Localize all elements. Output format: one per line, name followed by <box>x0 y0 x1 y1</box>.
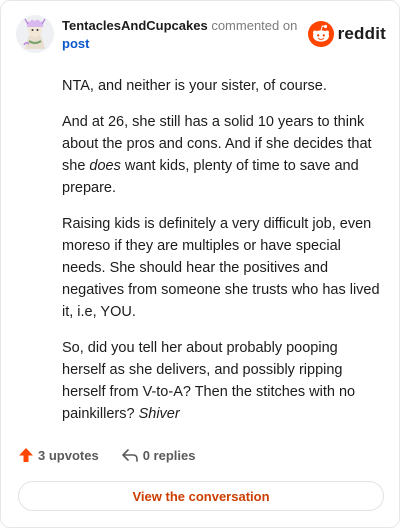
paragraph-4-text: So, did you tell her about probably poop… <box>62 340 356 422</box>
comment-paragraph-2: And at 26, she still has a solid 10 year… <box>62 111 380 199</box>
reply-arrow-icon <box>121 449 138 462</box>
embedded-comment-card: TentaclesAndCupcakes commented on post r… <box>0 0 400 528</box>
paragraph-3-text: Raising kids is definitely a very diffic… <box>62 216 380 320</box>
paragraph-2-emphasis: does <box>89 158 121 174</box>
upvote-button[interactable]: 3 upvotes <box>18 447 99 463</box>
paragraph-4-emphasis: Shiver <box>138 406 180 422</box>
comment-meta: TentaclesAndCupcakes commented on post <box>62 17 302 53</box>
replies-button[interactable]: 0 replies <box>121 447 196 463</box>
comment-body: NTA, and neither is your sister, of cour… <box>62 75 380 425</box>
view-conversation-button[interactable]: View the conversation <box>18 481 384 511</box>
reddit-brand[interactable]: reddit <box>307 19 386 49</box>
reply-count: 0 replies <box>142 447 196 463</box>
comment-paragraph-1: NTA, and neither is your sister, of cour… <box>62 75 380 97</box>
user-avatar[interactable] <box>16 15 54 53</box>
upvote-count: 3 upvotes <box>38 447 99 463</box>
avatar-illustration-icon <box>16 15 54 53</box>
post-link[interactable]: post <box>62 35 302 53</box>
paragraph-1-text: NTA, and neither is your sister, of cour… <box>62 78 327 94</box>
comment-paragraph-4: So, did you tell her about probably poop… <box>62 337 380 425</box>
comment-header: TentaclesAndCupcakes commented on post r… <box>16 15 386 55</box>
username[interactable]: TentaclesAndCupcakes <box>62 18 208 33</box>
upvote-arrow-icon <box>19 448 33 462</box>
comment-paragraph-3: Raising kids is definitely a very diffic… <box>62 213 380 323</box>
reddit-alien-icon <box>307 21 334 47</box>
commented-on-label: commented on <box>211 18 298 33</box>
comment-footer: 3 upvotes 0 replies <box>18 444 217 466</box>
reddit-wordmark: reddit <box>337 24 386 43</box>
